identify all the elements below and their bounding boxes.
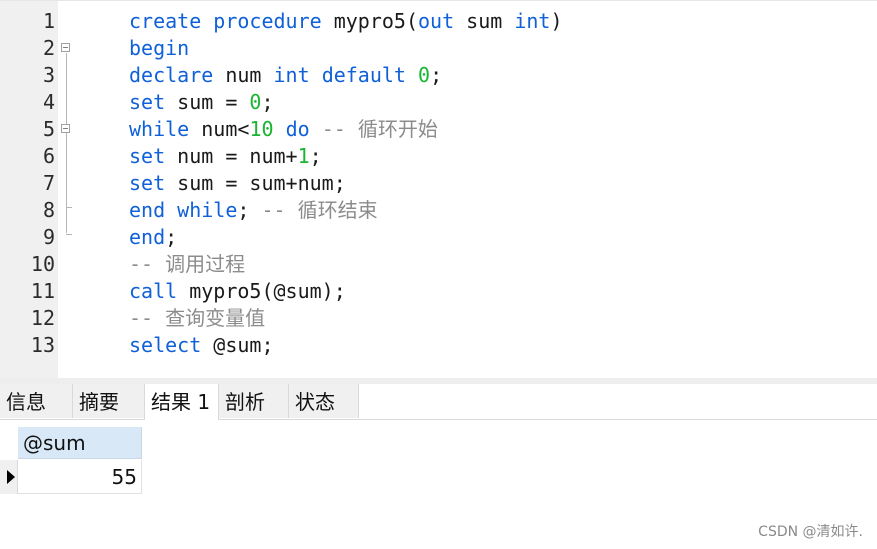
line-number: 12	[30, 306, 55, 330]
code-line[interactable]: 2 begin	[0, 35, 877, 62]
code-line[interactable]: 9 end;	[0, 224, 877, 251]
code-line[interactable]: 4 set sum = 0;	[0, 89, 877, 116]
code-text: set sum = 0;	[129, 90, 274, 114]
current-row-arrow-icon	[7, 470, 15, 484]
code-text: end;	[129, 225, 178, 249]
code-line[interactable]: 3 declare num int default 0;	[0, 62, 877, 89]
code-text: while num<10 do -- 循环开始	[129, 117, 438, 141]
code-text: begin	[129, 36, 190, 60]
line-number: 2	[42, 36, 55, 60]
sql-editor[interactable]: 1 create procedure mypro5(out sum int) 2…	[0, 0, 877, 379]
line-number: 4	[42, 90, 55, 114]
code-line[interactable]: 12 -- 查询变量值	[0, 305, 877, 332]
code-line[interactable]: 10 -- 调用过程	[0, 251, 877, 278]
code-text: -- 调用过程	[129, 252, 246, 276]
code-line[interactable]: 7 set sum = sum+num;	[0, 170, 877, 197]
line-number: 10	[30, 252, 55, 276]
code-text: set sum = sum+num;	[129, 171, 346, 195]
result-tab-bar: 信息 摘要 结果 1 剖析 状态	[0, 384, 877, 420]
column-header[interactable]: @sum	[18, 427, 142, 459]
watermark: CSDN @清如许.	[758, 524, 863, 540]
tab-status[interactable]: 状态	[289, 384, 359, 418]
line-number: 7	[42, 171, 55, 195]
line-number: 9	[42, 225, 55, 249]
code-text: declare num int default 0;	[129, 63, 443, 87]
line-number: 11	[30, 279, 55, 303]
tab-profile[interactable]: 剖析	[219, 384, 289, 418]
code-text: end while; -- 循环结束	[129, 198, 378, 222]
code-line[interactable]: 11 call mypro5(@sum);	[0, 278, 877, 305]
code-text: create procedure mypro5(out sum int)	[129, 9, 563, 33]
tab-info[interactable]: 信息	[0, 384, 73, 418]
tab-summary[interactable]: 摘要	[73, 384, 145, 418]
tab-result-1[interactable]: 结果 1	[144, 384, 219, 420]
code-line[interactable]: 6 set num = num+1;	[0, 143, 877, 170]
line-number: 3	[42, 63, 55, 87]
row-header[interactable]	[0, 460, 18, 494]
code-line[interactable]: 5 while num<10 do -- 循环开始	[0, 116, 877, 143]
code-text: set num = num+1;	[129, 144, 322, 168]
code-line[interactable]: 8 end while; -- 循环结束	[0, 197, 877, 224]
code-line[interactable]: 1 create procedure mypro5(out sum int)	[0, 8, 877, 35]
line-number: 1	[42, 9, 55, 33]
code-text: -- 查询变量值	[129, 306, 266, 330]
line-number: 8	[42, 198, 55, 222]
line-number: 13	[30, 333, 55, 357]
code-text: call mypro5(@sum);	[129, 279, 346, 303]
line-number: 5	[42, 117, 55, 141]
code-text: select @sum;	[129, 333, 274, 357]
code-line[interactable]: 13 select @sum;	[0, 332, 877, 359]
line-number: 6	[42, 144, 55, 168]
grid-corner	[0, 427, 18, 459]
grid-cell[interactable]: 55	[18, 460, 142, 494]
